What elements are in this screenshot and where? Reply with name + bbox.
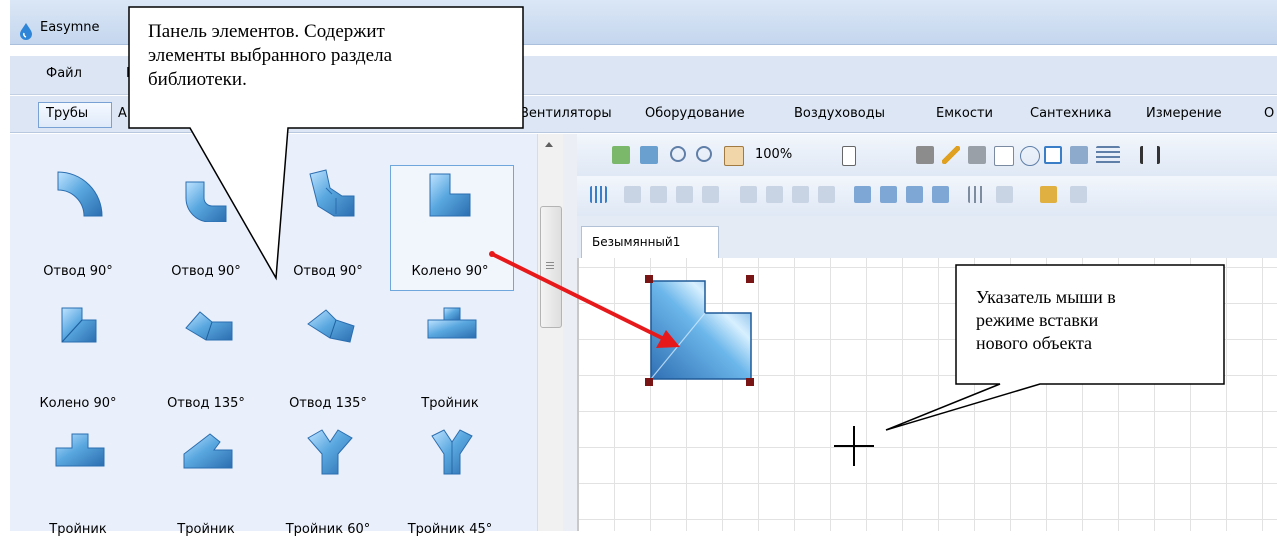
bend-90-arc-icon: [57, 171, 103, 217]
shape-icon[interactable]: [1044, 146, 1062, 164]
dimension-icon[interactable]: [1140, 146, 1160, 164]
grid-icon[interactable]: [590, 186, 607, 203]
bend-135-icon: [185, 311, 233, 341]
tee-up-icon: [55, 433, 105, 467]
library-item-label: Отвод 90°: [43, 264, 113, 279]
category-ducts[interactable]: Воздуховоды: [794, 106, 885, 121]
cursor-callout-line: Указатель мыши в: [976, 287, 1116, 307]
category-equipment[interactable]: Оборудование: [645, 106, 745, 121]
snap-grid-icon[interactable]: [968, 186, 985, 203]
zoom-area-icon[interactable]: [640, 146, 658, 164]
align-center-icon[interactable]: [650, 186, 667, 203]
water-drop-icon: [20, 23, 32, 40]
align-left-icon[interactable]: [624, 186, 641, 203]
selection-handle[interactable]: [746, 378, 754, 386]
distribute-vertical-icon[interactable]: [766, 186, 783, 203]
text-box-icon[interactable]: [994, 146, 1014, 166]
library-item-label: Колено 90°: [39, 396, 117, 411]
align-top-icon[interactable]: [676, 186, 693, 203]
wye-45-icon: [431, 429, 473, 475]
library-item[interactable]: Тройник 45°: [390, 416, 510, 546]
selection-handle[interactable]: [746, 275, 754, 283]
library-item[interactable]: Тройник: [146, 416, 266, 546]
line-tool-icon[interactable]: [942, 146, 960, 164]
library-item-label: Отвод 135°: [167, 396, 245, 411]
category-partial[interactable]: А: [118, 106, 127, 121]
tee-angled-icon: [183, 433, 233, 469]
rectangle-fill-icon[interactable]: [968, 146, 986, 164]
group-icon[interactable]: [906, 186, 923, 203]
line-style-icon[interactable]: [1096, 146, 1120, 164]
toolbar-more-icon[interactable]: [1070, 186, 1087, 203]
library-item[interactable]: Колено 90°: [18, 290, 138, 420]
lock-icon[interactable]: [1040, 186, 1057, 203]
category-measurement[interactable]: Измерение: [1146, 106, 1222, 121]
library-item-label: Тройник 60°: [285, 522, 371, 537]
library-item-label: Отвод 135°: [289, 396, 367, 411]
wye-60-icon: [307, 429, 353, 475]
rotate-icon[interactable]: [996, 186, 1013, 203]
menu-file[interactable]: Файл: [46, 66, 82, 81]
bend-135-alt-icon: [307, 309, 355, 343]
elbow-90-diagonal-icon: [61, 307, 97, 343]
distribute-horizontal-icon[interactable]: [740, 186, 757, 203]
same-height-icon[interactable]: [818, 186, 835, 203]
category-partial-end[interactable]: О: [1264, 106, 1274, 121]
fill-bucket-icon[interactable]: [916, 146, 934, 164]
crosshair-cursor-icon: [834, 426, 874, 466]
category-fans[interactable]: Вентиляторы: [520, 106, 612, 121]
same-width-icon[interactable]: [792, 186, 809, 203]
callout-icon[interactable]: [1020, 146, 1040, 166]
library-item-label: Тройник: [49, 522, 107, 537]
library-item[interactable]: Отвод 90°: [18, 158, 138, 288]
bring-front-icon[interactable]: [854, 186, 871, 203]
selection-handle[interactable]: [645, 378, 653, 386]
hand-pan-icon[interactable]: [724, 146, 744, 166]
cursor-callout-line: нового объекта: [976, 333, 1093, 353]
library-item-label: Тройник 45°: [407, 522, 493, 537]
zoom-in-icon[interactable]: [670, 146, 686, 162]
scroll-up-arrow-icon[interactable]: [545, 142, 553, 147]
library-item-label: Тройник: [421, 396, 479, 411]
align-bottom-icon[interactable]: [702, 186, 719, 203]
panel-callout-line: элементы выбранного раздела: [148, 45, 393, 66]
window-title: Easymne: [40, 20, 100, 35]
library-item[interactable]: Отвод 135°: [146, 290, 266, 420]
panel-callout-line: библиотеки.: [148, 69, 247, 90]
library-item[interactable]: Тройник 60°: [268, 416, 388, 546]
category-plumbing[interactable]: Сантехника: [1030, 106, 1112, 121]
category-pipes[interactable]: Трубы: [46, 106, 88, 121]
library-item[interactable]: Тройник: [18, 416, 138, 546]
library-item-label: Тройник: [177, 522, 235, 537]
send-back-icon[interactable]: [880, 186, 897, 203]
category-tanks[interactable]: Емкости: [936, 106, 993, 121]
panel-callout-line: Панель элементов. Содержит: [148, 21, 385, 42]
properties-icon[interactable]: [1070, 146, 1088, 164]
fit-page-icon[interactable]: [612, 146, 630, 164]
zoom-out-icon[interactable]: [696, 146, 712, 162]
tee-down-icon: [427, 307, 477, 339]
ungroup-icon[interactable]: [932, 186, 949, 203]
page-icon[interactable]: [842, 146, 856, 166]
library-item[interactable]: Отвод 135°: [268, 290, 388, 420]
cursor-callout-line: режиме вставки: [976, 310, 1099, 330]
zoom-level-label[interactable]: 100%: [755, 147, 792, 162]
